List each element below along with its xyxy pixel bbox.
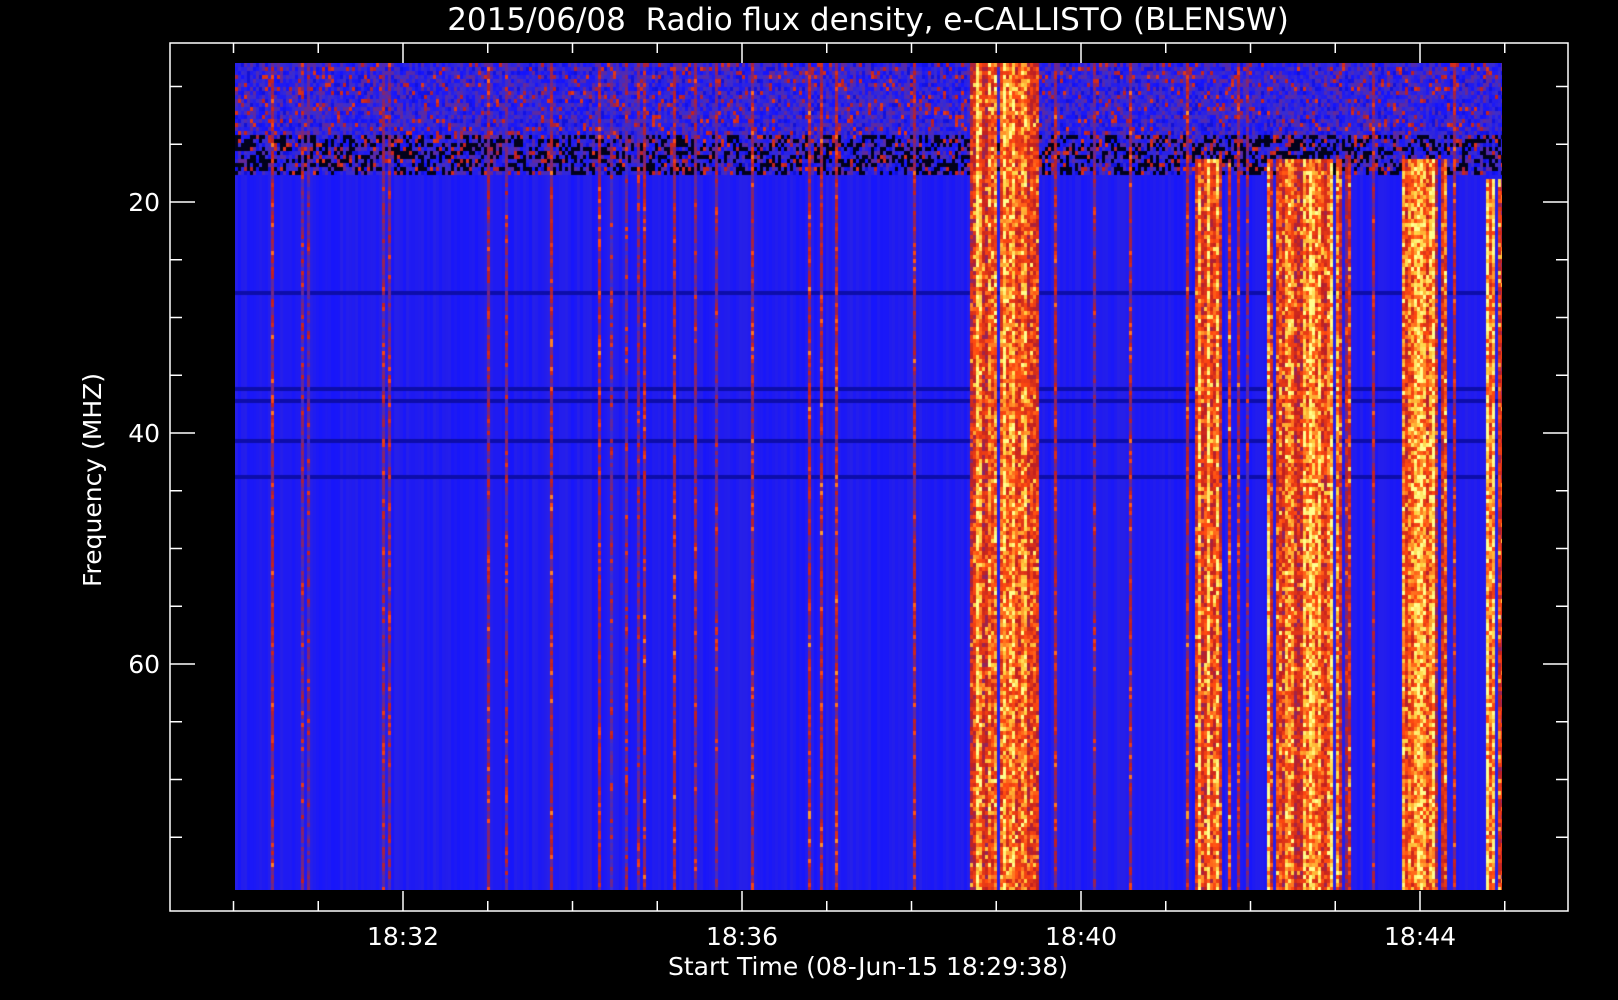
spectrogram-chart: 18:32 18:36 18:40 18:44 20 40 60 2015/06/08 Ra… [0, 0, 1618, 1000]
y-tick-label: 60 [128, 650, 160, 679]
x-tick-label: 18:44 [1384, 922, 1456, 951]
x-tick-label: 18:32 [367, 922, 439, 951]
x-axis-label: Start Time (08-Jun-15 18:29:38) [668, 952, 1068, 981]
chart-title: 2015/06/08 Radio flux density, e-CALLIST… [447, 2, 1289, 38]
spectrogram-image [235, 63, 1502, 890]
spectrogram-heatmap [235, 63, 1502, 890]
y-tick-label: 40 [128, 419, 160, 448]
y-tick-label: 20 [128, 188, 160, 217]
x-tick-label: 18:36 [706, 922, 778, 951]
y-axis-label: Frequency (MHZ) [78, 373, 107, 587]
x-tick-label: 18:40 [1045, 922, 1117, 951]
